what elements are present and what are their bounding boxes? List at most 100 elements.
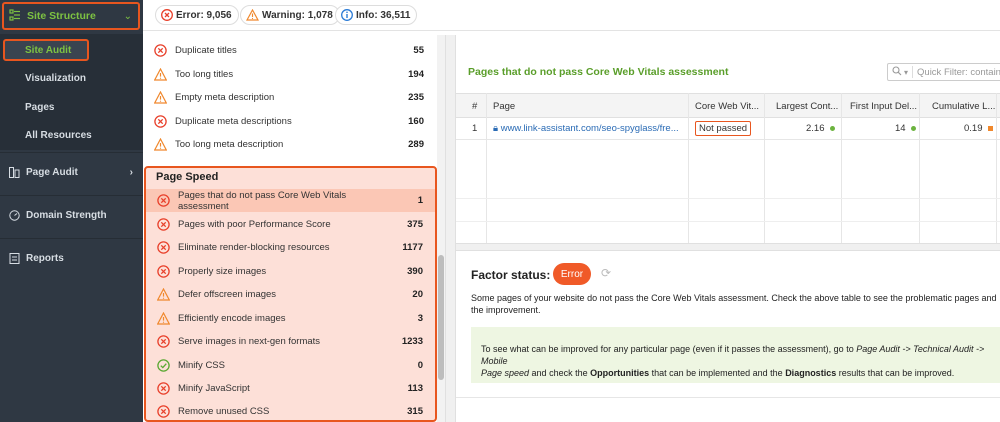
- reports-icon: [8, 253, 20, 265]
- chevron-right-icon: ›: [129, 167, 133, 178]
- gauge-icon: [8, 210, 20, 222]
- error-icon: [157, 241, 170, 254]
- factor-label: Duplicate titles: [175, 45, 237, 56]
- sidebar-item-pages[interactable]: Pages: [25, 102, 54, 113]
- factor-count: 1: [417, 195, 423, 206]
- cls-value: 0.19: [964, 123, 994, 134]
- row-index: 1: [472, 123, 478, 134]
- factor-count: 113: [407, 383, 423, 394]
- factor-description: Some pages of your website do not pass t…: [471, 293, 997, 315]
- page-audit-label: Page Audit: [26, 167, 78, 178]
- error-icon: [157, 218, 170, 231]
- list-item[interactable]: Duplicate titles 55: [143, 39, 436, 62]
- good-status-dot: [830, 125, 836, 131]
- column-header-page[interactable]: Page: [493, 101, 515, 112]
- horizontal-splitter[interactable]: [456, 243, 1000, 251]
- refresh-icon[interactable]: ⟳: [601, 266, 611, 280]
- sidebar-item-domain-strength[interactable]: Domain Strength: [0, 195, 143, 235]
- list-item[interactable]: Eliminate render-blocking resources 1177: [146, 236, 435, 259]
- site-structure-menu[interactable]: Site Structure ⌄: [2, 2, 140, 30]
- list-item[interactable]: Empty meta description 235: [143, 86, 436, 109]
- sidebar-item-reports[interactable]: Reports: [0, 238, 143, 278]
- factor-label: Properly size images: [178, 266, 267, 277]
- chevron-down-icon: ▾: [904, 67, 909, 77]
- chevron-down-icon: ⌄: [123, 10, 132, 22]
- list-item[interactable]: Too long meta description 289: [143, 133, 436, 156]
- details-panel: Pages that do not pass Core Web Vitals a…: [456, 35, 1000, 422]
- info-filter-badge[interactable]: Info: 36,511: [335, 5, 418, 25]
- quick-filter-input[interactable]: ▾ Quick Filter: contain: [887, 63, 1000, 81]
- factor-count: 235: [408, 92, 424, 103]
- list-item[interactable]: Minify JavaScript 113: [146, 377, 435, 400]
- list-item-selected[interactable]: Pages that do not pass Core Web Vitals a…: [146, 189, 435, 212]
- factor-count: 55: [413, 45, 424, 56]
- sidebar-item-visualization[interactable]: Visualization: [25, 73, 86, 84]
- warning-icon: [246, 9, 259, 21]
- error-icon: [157, 265, 170, 278]
- page-speed-group: Page Speed Pages that do not pass Core W…: [144, 166, 437, 422]
- list-item[interactable]: Defer offscreen images 20: [146, 283, 435, 306]
- info-count: Info: 36,511: [356, 9, 411, 21]
- error-icon: [157, 382, 170, 395]
- lock-icon: 🔒︎: [493, 123, 499, 134]
- list-item[interactable]: Properly size images 390: [146, 260, 435, 283]
- column-header-index[interactable]: #: [472, 101, 477, 112]
- factor-count: 194: [408, 69, 424, 80]
- error-icon: [154, 115, 167, 128]
- factor-label: Defer offscreen images: [178, 289, 277, 300]
- panel-splitter[interactable]: [445, 35, 456, 422]
- site-structure-icon: [9, 8, 21, 24]
- warning-icon: [156, 311, 171, 325]
- page-link[interactable]: 🔒︎ www.link-assistant.com/seo-spyglass/f…: [493, 123, 679, 134]
- warning-icon: [156, 287, 171, 301]
- factor-count: 390: [407, 266, 423, 277]
- factor-tip: To see what can be improved for any part…: [471, 327, 1000, 383]
- warning-filter-badge[interactable]: Warning: 1,078: [240, 5, 340, 25]
- factor-count: 160: [408, 116, 424, 127]
- check-icon: [157, 359, 170, 372]
- factor-label: Serve images in next-gen formats: [178, 336, 321, 347]
- error-count: Error: 9,056: [176, 9, 232, 21]
- list-item[interactable]: Efficiently encode images 3: [146, 307, 435, 330]
- page-speed-heading: Page Speed: [156, 171, 219, 183]
- column-header-cls[interactable]: Cumulative L...: [932, 101, 995, 112]
- factor-label: Eliminate render-blocking resources: [178, 242, 330, 253]
- factor-label: Efficiently encode images: [178, 313, 286, 324]
- details-title: Pages that do not pass Core Web Vitals a…: [468, 66, 729, 78]
- list-item[interactable]: Too long titles 194: [143, 63, 436, 86]
- column-header-cwv[interactable]: Core Web Vit...: [695, 101, 759, 112]
- list-item[interactable]: Remove unused CSS 315: [146, 400, 435, 422]
- error-filter-badge[interactable]: Error: 9,056: [155, 5, 239, 25]
- reports-label: Reports: [26, 253, 64, 264]
- list-item[interactable]: Duplicate meta descriptions 160: [143, 110, 436, 133]
- poor-status-square: [988, 125, 994, 131]
- sidebar-item-page-audit[interactable]: Page Audit ›: [0, 152, 143, 192]
- search-icon: [892, 65, 902, 79]
- column-header-lcp[interactable]: Largest Cont...: [776, 101, 838, 112]
- sidebar-item-site-audit[interactable]: Site Audit: [3, 39, 89, 61]
- sidebar: Site Structure ⌄ Site Audit Visualizatio…: [0, 0, 143, 422]
- list-item[interactable]: Serve images in next-gen formats 1233: [146, 330, 435, 353]
- factor-label: Remove unused CSS: [178, 406, 270, 417]
- factor-label: Duplicate meta descriptions: [175, 116, 292, 127]
- good-status-dot: [911, 125, 917, 131]
- sidebar-item-all-resources[interactable]: All Resources: [25, 130, 92, 141]
- factor-label: Too long meta description: [175, 139, 284, 150]
- factor-status-label: Factor status:: [471, 268, 551, 282]
- list-item[interactable]: Minify CSS 0: [146, 354, 435, 377]
- scrollbar-thumb[interactable]: [438, 255, 444, 380]
- site-structure-label: Site Structure: [27, 10, 96, 22]
- factor-label: Minify CSS: [178, 360, 225, 371]
- error-icon: [157, 335, 170, 348]
- error-icon: [157, 194, 170, 207]
- factor-count: 375: [407, 219, 423, 230]
- list-item[interactable]: Pages with poor Performance Score 375: [146, 213, 435, 236]
- column-header-fid[interactable]: First Input Del...: [850, 101, 917, 112]
- error-icon: [161, 9, 173, 21]
- factor-label: Pages with poor Performance Score: [178, 219, 331, 230]
- page-audit-icon: [8, 167, 20, 179]
- page-url: www.link-assistant.com/seo-spyglass/fre.…: [500, 123, 679, 134]
- factor-count: 0: [417, 360, 423, 371]
- table-row[interactable]: 1 🔒︎ www.link-assistant.com/seo-spyglass…: [456, 118, 1000, 140]
- factor-count: 1233: [401, 336, 423, 347]
